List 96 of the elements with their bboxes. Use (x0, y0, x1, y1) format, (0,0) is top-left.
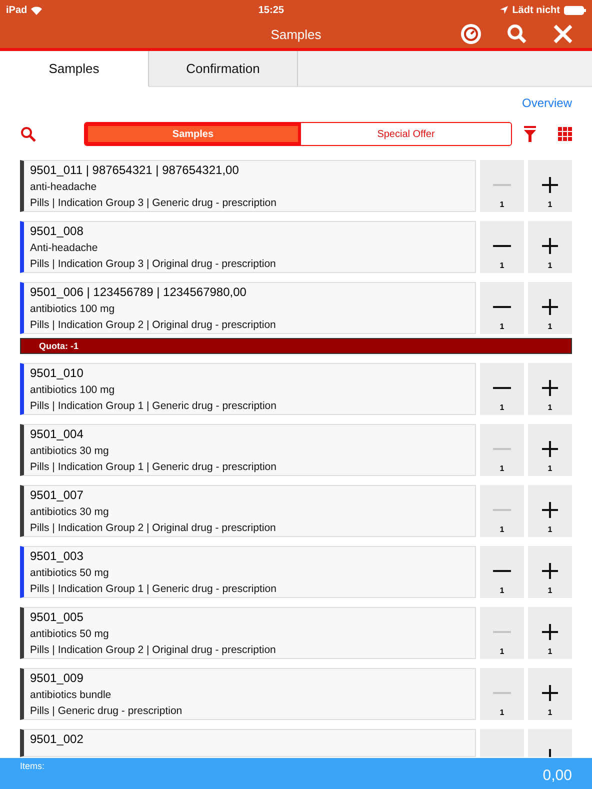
minus-button[interactable]: 1 (480, 221, 524, 273)
product-title: 9501_010 (30, 366, 84, 380)
product-title: 9501_011 | 987654321 | 987654321,00 (30, 163, 240, 177)
product-info: Pills | Indication Group 3 | Generic drug - prescription (30, 197, 278, 209)
minus-icon (493, 509, 511, 511)
search-icon[interactable] (506, 23, 528, 45)
minus-icon (493, 306, 511, 308)
product-name: antibiotics 30 mg (30, 445, 110, 457)
minus-icon (493, 448, 511, 450)
product-card[interactable]: 9501_010 antibiotics 100 mg Pills | Indication Group 1 | Generic drug - prescription (20, 363, 476, 415)
plus-count: 1 (548, 525, 552, 534)
total-amount: 0,00 (542, 767, 572, 784)
charging-status: Lädt nicht (512, 4, 560, 16)
minus-button[interactable]: 1 (480, 282, 524, 334)
minus-count: 1 (500, 464, 504, 473)
product-name: antibiotics 30 mg (30, 506, 110, 518)
plus-count: 1 (548, 403, 552, 412)
plus-count: 1 (548, 586, 552, 595)
minus-icon (493, 245, 511, 247)
plus-button[interactable]: 1 (528, 668, 572, 720)
product-card[interactable]: 9501_004 antibiotics 30 mg Pills | Indication Group 1 | Generic drug - prescription (20, 424, 476, 476)
plus-button[interactable]: 1 (528, 607, 572, 659)
minus-icon (493, 692, 511, 694)
plus-count: 1 (548, 647, 552, 656)
minus-count: 1 (500, 586, 504, 595)
product-name: antibiotics 100 mg (30, 303, 116, 315)
product-title: 9501_003 (30, 549, 84, 563)
wifi-icon (31, 6, 42, 14)
product-info: Pills | Indication Group 2 | Original drug - prescription (30, 644, 277, 656)
minus-icon (493, 184, 511, 186)
product-info: Pills | Indication Group 2 | Original drug - prescription (30, 522, 277, 534)
product-name: antibiotics 50 mg (30, 628, 110, 640)
product-name: antibiotics 100 mg (30, 384, 116, 396)
product-info: Pills | Generic drug - prescription (30, 705, 184, 717)
plus-button[interactable]: 1 (528, 424, 572, 476)
product-card[interactable]: 9501_011 | 987654321 | 987654321,00 anti-headache Pills | Indication Group 3 | Generic drug - prescription (20, 160, 476, 212)
product-title: 9501_008 (30, 224, 84, 238)
minus-icon (493, 570, 511, 572)
minus-button[interactable]: 1 (480, 546, 524, 598)
minus-count: 1 (500, 200, 504, 209)
product-name: Anti-headache (30, 242, 99, 254)
plus-button[interactable]: 1 (528, 546, 572, 598)
product-card[interactable]: 9501_002 (20, 729, 476, 757)
minus-count: 1 (500, 322, 504, 331)
minus-count: 1 (500, 708, 504, 717)
minus-count: 1 (500, 403, 504, 412)
overview-link[interactable]: Overview (522, 96, 572, 110)
device-name: iPad (6, 4, 28, 16)
product-name: anti-headache (30, 181, 98, 193)
product-name: antibiotics bundle (30, 689, 112, 701)
product-card[interactable]: 9501_006 | 123456789 | 1234567980,00 antibiotics 100 mg Pills | Indication Group 2 | Original drug - prescription (20, 282, 476, 334)
product-title: 9501_005 (30, 610, 84, 624)
tab[interactable]: Confirmation (149, 51, 298, 87)
plus-count: 1 (548, 464, 552, 473)
product-title: 9501_002 (30, 732, 84, 746)
clock: 15:25 (258, 4, 284, 16)
search-icon[interactable] (20, 126, 36, 142)
battery-icon (564, 6, 586, 14)
minus-icon (493, 631, 511, 633)
minus-count: 1 (500, 525, 504, 534)
location-icon (500, 6, 508, 14)
tab[interactable]: Samples (0, 51, 149, 87)
product-info: Pills | Indication Group 3 | Original drug - prescription (30, 258, 277, 270)
plus-count: 1 (548, 200, 552, 209)
product-title: 9501_004 (30, 427, 84, 441)
product-title: 9501_006 | 123456789 | 1234567980,00 (30, 285, 248, 299)
product-card[interactable]: 9501_008 Anti-headache Pills | Indication Group 3 | Original drug - prescription (20, 221, 476, 273)
items-label: Items: (20, 761, 45, 773)
plus-button[interactable]: 1 (528, 363, 572, 415)
filter-icon[interactable] (524, 126, 536, 142)
product-title: 9501_007 (30, 488, 84, 502)
product-card[interactable]: 9501_003 antibiotics 50 mg Pills | Indication Group 1 | Generic drug - prescription (20, 546, 476, 598)
product-card[interactable]: 9501_005 antibiotics 50 mg Pills | Indication Group 2 | Original drug - prescription (20, 607, 476, 659)
product-info: Pills | Indication Group 1 | Generic drug - prescription (30, 400, 278, 412)
product-name: antibiotics 50 mg (30, 567, 110, 579)
minus-count: 1 (500, 647, 504, 656)
plus-button[interactable]: 1 (528, 160, 572, 212)
plus-button[interactable]: 1 (528, 485, 572, 537)
product-title: 9501_009 (30, 671, 84, 685)
plus-button[interactable]: 1 (528, 221, 572, 273)
product-info: Pills | Indication Group 1 | Generic drug - prescription (30, 583, 278, 595)
nav-title: Samples (270, 26, 322, 42)
grid-icon[interactable] (558, 127, 572, 141)
plus-button[interactable]: 1 (528, 282, 572, 334)
minus-button[interactable]: 1 (480, 363, 524, 415)
minus-count: 1 (500, 261, 504, 270)
product-card[interactable]: 9501_007 antibiotics 30 mg Pills | Indication Group 2 | Original drug - prescription (20, 485, 476, 537)
gauge-icon[interactable] (460, 23, 482, 45)
quota-bar: Quota: -1 (20, 338, 572, 354)
product-card[interactable]: 9501_009 antibiotics bundle Pills | Generic drug - prescription (20, 668, 476, 720)
plus-count: 1 (548, 708, 552, 717)
plus-count: 1 (548, 261, 552, 270)
minus-icon (493, 387, 511, 389)
product-info: Pills | Indication Group 2 | Original drug - prescription (30, 319, 277, 331)
product-info: Pills | Indication Group 1 | Generic drug - prescription (30, 461, 278, 473)
plus-count: 1 (548, 322, 552, 331)
